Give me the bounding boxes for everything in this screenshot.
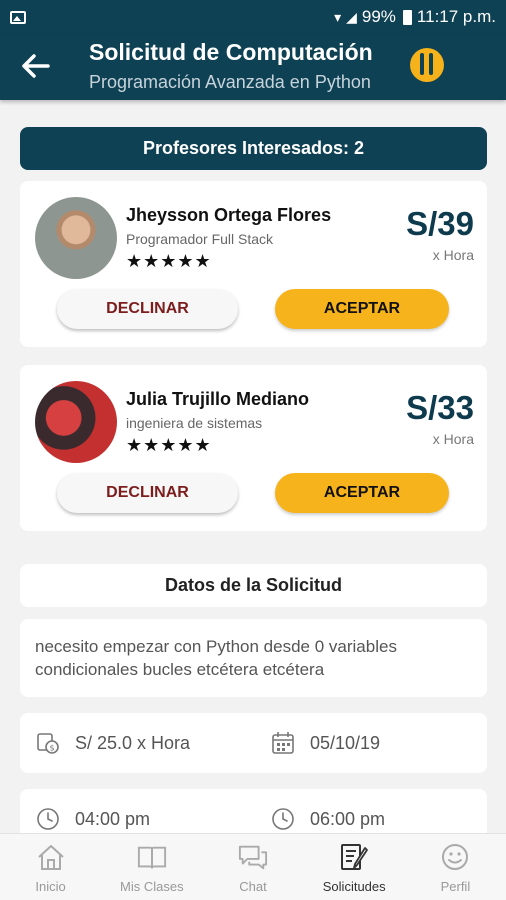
teacher-price: S/39 — [406, 205, 474, 242]
battery-icon — [402, 9, 412, 25]
price-unit: x Hora — [432, 431, 474, 447]
back-button[interactable] — [20, 50, 52, 82]
page-subtitle: Programación Avanzada en Python — [89, 72, 371, 92]
wifi-icon: ▾ — [334, 8, 342, 25]
nav-item-perfil[interactable]: Perfil — [405, 834, 506, 900]
interested-teachers-banner: Profesores Interesados: 2 — [20, 127, 487, 170]
request-end-time: 06:00 pm — [310, 808, 386, 829]
teacher-card: Julia Trujillo Mediano ingeniera de sist… — [20, 365, 487, 531]
rating-stars: ★★★★★ — [126, 251, 212, 271]
request-price: S/ 25.0 x Hora — [75, 732, 191, 753]
nav-item-solicitudes[interactable]: Solicitudes — [304, 834, 405, 900]
teacher-price: S/33 — [406, 389, 474, 426]
teacher-card: Jheysson Ortega Flores Programador Full … — [20, 181, 487, 347]
teacher-role: ingeniera de sistemas — [126, 415, 263, 431]
teacher-name: Julia Trujillo Mediano — [126, 389, 310, 409]
nav-item-inicio[interactable]: Inicio — [0, 834, 101, 900]
home-icon — [36, 842, 66, 872]
gallery-notification-icon — [10, 10, 26, 24]
nav-label: Perfil — [440, 879, 471, 894]
calendar-icon — [270, 730, 296, 756]
app-bar: Solicitud de Computación Programación Av… — [0, 34, 506, 100]
requests-icon — [339, 842, 369, 872]
chat-icon — [238, 842, 268, 872]
clock-icon — [35, 806, 61, 832]
avatar — [35, 381, 117, 463]
smiley-icon — [440, 842, 470, 872]
clock: 11:17 p.m. — [416, 7, 496, 26]
accept-button[interactable]: ACEPTAR — [275, 289, 449, 329]
decline-button[interactable]: DECLINAR — [57, 473, 238, 513]
svg-text:$: $ — [49, 744, 54, 753]
nav-label: Chat — [239, 879, 267, 894]
nav-label: Inicio — [35, 879, 66, 894]
nav-item-mis-clases[interactable]: Mis Clases — [101, 834, 202, 900]
request-date: 05/10/19 — [310, 732, 381, 753]
request-start-time: 04:00 pm — [75, 808, 151, 829]
app-logo — [410, 48, 444, 82]
book-icon — [137, 842, 167, 872]
request-section-title: Datos de la Solicitud — [20, 564, 487, 607]
rating-stars: ★★★★★ — [126, 435, 212, 455]
battery-percentage: 99% — [361, 7, 396, 26]
nav-label: Mis Clases — [120, 879, 184, 894]
status-bar: ▾ ◢ 99% 11:17 p.m. — [0, 0, 506, 34]
accept-button[interactable]: ACEPTAR — [275, 473, 449, 513]
money-icon: $ — [35, 730, 61, 756]
signal-icon: ◢ — [346, 8, 357, 25]
bottom-navigation: Inicio Mis Clases Chat Solicitudes Perfi… — [0, 833, 506, 900]
decline-button[interactable]: DECLINAR — [57, 289, 238, 329]
nav-label: Solicitudes — [322, 879, 386, 894]
request-description: necesito empezar con Python desde 0 vari… — [20, 619, 487, 697]
teacher-name: Jheysson Ortega Flores — [126, 205, 332, 225]
back-arrow-icon — [22, 54, 50, 78]
request-price-date-card: $ S/ 25.0 x Hora 05/10/19 — [20, 713, 487, 773]
clock-icon — [270, 806, 296, 832]
teacher-role: Programador Full Stack — [126, 231, 274, 247]
price-unit: x Hora — [432, 247, 474, 263]
page-title: Solicitud de Computación — [89, 39, 373, 65]
nav-item-chat[interactable]: Chat — [202, 834, 303, 900]
avatar — [35, 197, 117, 279]
